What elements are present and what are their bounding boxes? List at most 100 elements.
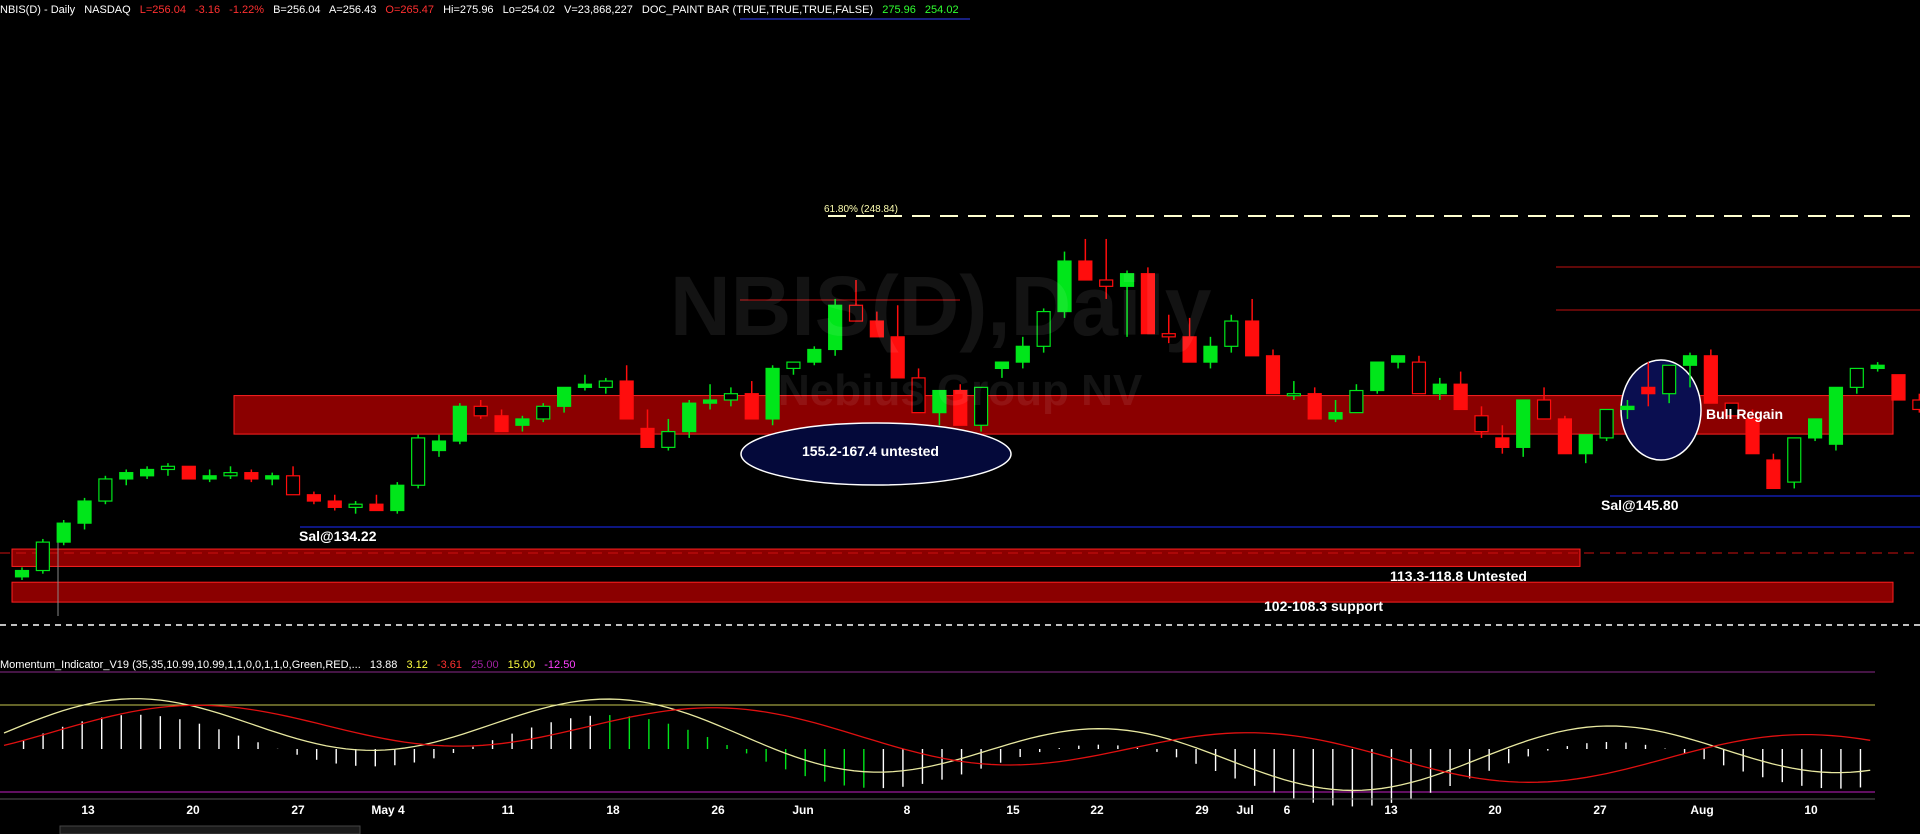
candle-body — [1620, 405, 1635, 411]
volume-value: V=23,868,227 — [564, 4, 633, 16]
indicator-header: Momentum_Indicator_V19 (35,35,10.99,10.9… — [0, 659, 581, 671]
candle-body — [661, 430, 676, 448]
candle — [1557, 415, 1573, 455]
candle — [411, 434, 426, 489]
candle-body — [140, 468, 155, 477]
price-chart — [0, 0, 1920, 834]
x-tick-label: 22 — [1090, 803, 1104, 817]
candle-body — [640, 427, 655, 448]
x-tick-label: 11 — [501, 803, 515, 817]
indicator-value-6: -12.50 — [544, 659, 576, 671]
study-label: DOC_PAINT BAR (TRUE,TRUE,TRUE,FALSE) — [641, 4, 874, 16]
candle — [1599, 408, 1614, 442]
indicator-value-4: 25.00 — [471, 659, 499, 671]
x-tick-label: Jun — [792, 803, 814, 817]
candle — [35, 538, 50, 574]
watermark-company: Nebius Group NV — [778, 366, 1143, 415]
candle-body — [98, 478, 113, 502]
candle-body — [1745, 418, 1760, 455]
candle-body — [1453, 383, 1468, 411]
candle-body — [1516, 399, 1531, 448]
x-tick-label: 27 — [291, 803, 305, 817]
indicator-value-5: 15.00 — [507, 659, 536, 671]
candle-body — [223, 472, 238, 477]
candle-body — [56, 522, 71, 543]
candle-body — [619, 380, 634, 420]
change-percent: -1.22% — [229, 4, 265, 16]
candle — [1807, 418, 1823, 442]
candle-body — [369, 503, 384, 512]
candle-body — [494, 415, 509, 433]
symbol-label: NBIS(D) - Daily — [0, 4, 76, 16]
candle-body — [515, 418, 530, 426]
study-value-1: 275.96 — [882, 4, 916, 16]
candle-body — [1265, 355, 1281, 395]
candle — [1265, 349, 1281, 395]
candle-body — [682, 402, 697, 433]
bull-regain-label: Bull Regain — [1706, 406, 1784, 422]
candle-body — [202, 475, 217, 480]
watermark-symbol: NBIS(D),Daily — [670, 259, 1212, 353]
candle — [98, 475, 113, 505]
candle-body — [702, 399, 718, 404]
candle-body — [1912, 399, 1920, 411]
candle-body — [473, 405, 488, 417]
candle-body — [1766, 459, 1781, 490]
candle-body — [1807, 418, 1823, 439]
candle-body — [744, 393, 759, 420]
sal-label-1: Sal@134.22 — [299, 528, 377, 544]
x-tick-label: 20 — [186, 803, 200, 817]
x-tick-label: 26 — [711, 803, 725, 817]
candle — [1787, 437, 1802, 489]
x-tick-label: 18 — [606, 803, 620, 817]
candle-body — [1328, 412, 1343, 420]
x-tick-label: May 4 — [371, 803, 405, 817]
candle-body — [1286, 393, 1301, 397]
candle-body — [14, 569, 30, 578]
candle-body — [1682, 355, 1698, 366]
candle-body — [1370, 361, 1385, 392]
open-price: O=265.47 — [385, 4, 435, 16]
candle-body — [1891, 374, 1906, 401]
candle — [536, 403, 551, 423]
x-tick-label: 10 — [1804, 803, 1818, 817]
x-tick-label: 13 — [81, 803, 95, 817]
candle-body — [431, 440, 447, 452]
x-tick-label: 29 — [1195, 803, 1209, 817]
zone-102-108 — [11, 581, 1894, 603]
indicator-value-1: 13.88 — [369, 659, 398, 671]
candle — [1370, 361, 1385, 394]
candle-body — [1307, 393, 1322, 420]
low-price: Lo=254.02 — [502, 4, 555, 16]
indicator-value-2: 3.12 — [406, 659, 428, 671]
x-tick-label: 8 — [903, 803, 911, 817]
candle-body — [306, 494, 321, 502]
candle-body — [348, 503, 363, 508]
candle-body — [1557, 418, 1573, 455]
x-tick-label: 20 — [1488, 803, 1502, 817]
high-price: Hi=275.96 — [443, 4, 494, 16]
candle-body — [556, 386, 572, 407]
exchange-label: NASDAQ — [84, 4, 131, 16]
candle-body — [723, 393, 739, 401]
indicator-value-3: -3.61 — [436, 659, 462, 671]
candle-body — [160, 465, 176, 471]
candle-body — [1578, 434, 1593, 455]
indicator-name: Momentum_Indicator_V19 (35,35,10.99,10.9… — [0, 659, 361, 671]
last-price: L=256.04 — [139, 4, 186, 16]
change-value: -3.16 — [195, 4, 221, 16]
candle-body — [77, 500, 92, 524]
candle-body — [1599, 408, 1614, 439]
x-tick-label: 6 — [1283, 803, 1291, 817]
zone-upper-label: 155.2-167.4 untested — [802, 443, 939, 459]
scrollbar — [59, 825, 361, 834]
candle — [56, 520, 71, 546]
candle-body — [327, 500, 342, 508]
candle-body — [1828, 386, 1844, 445]
bid-price: B=256.04 — [273, 4, 321, 16]
zone-113-118 — [11, 548, 1581, 567]
candle-body — [452, 405, 467, 442]
candle-body — [411, 437, 426, 486]
candle-body — [285, 475, 301, 496]
x-tick-label: Jul — [1236, 803, 1254, 817]
